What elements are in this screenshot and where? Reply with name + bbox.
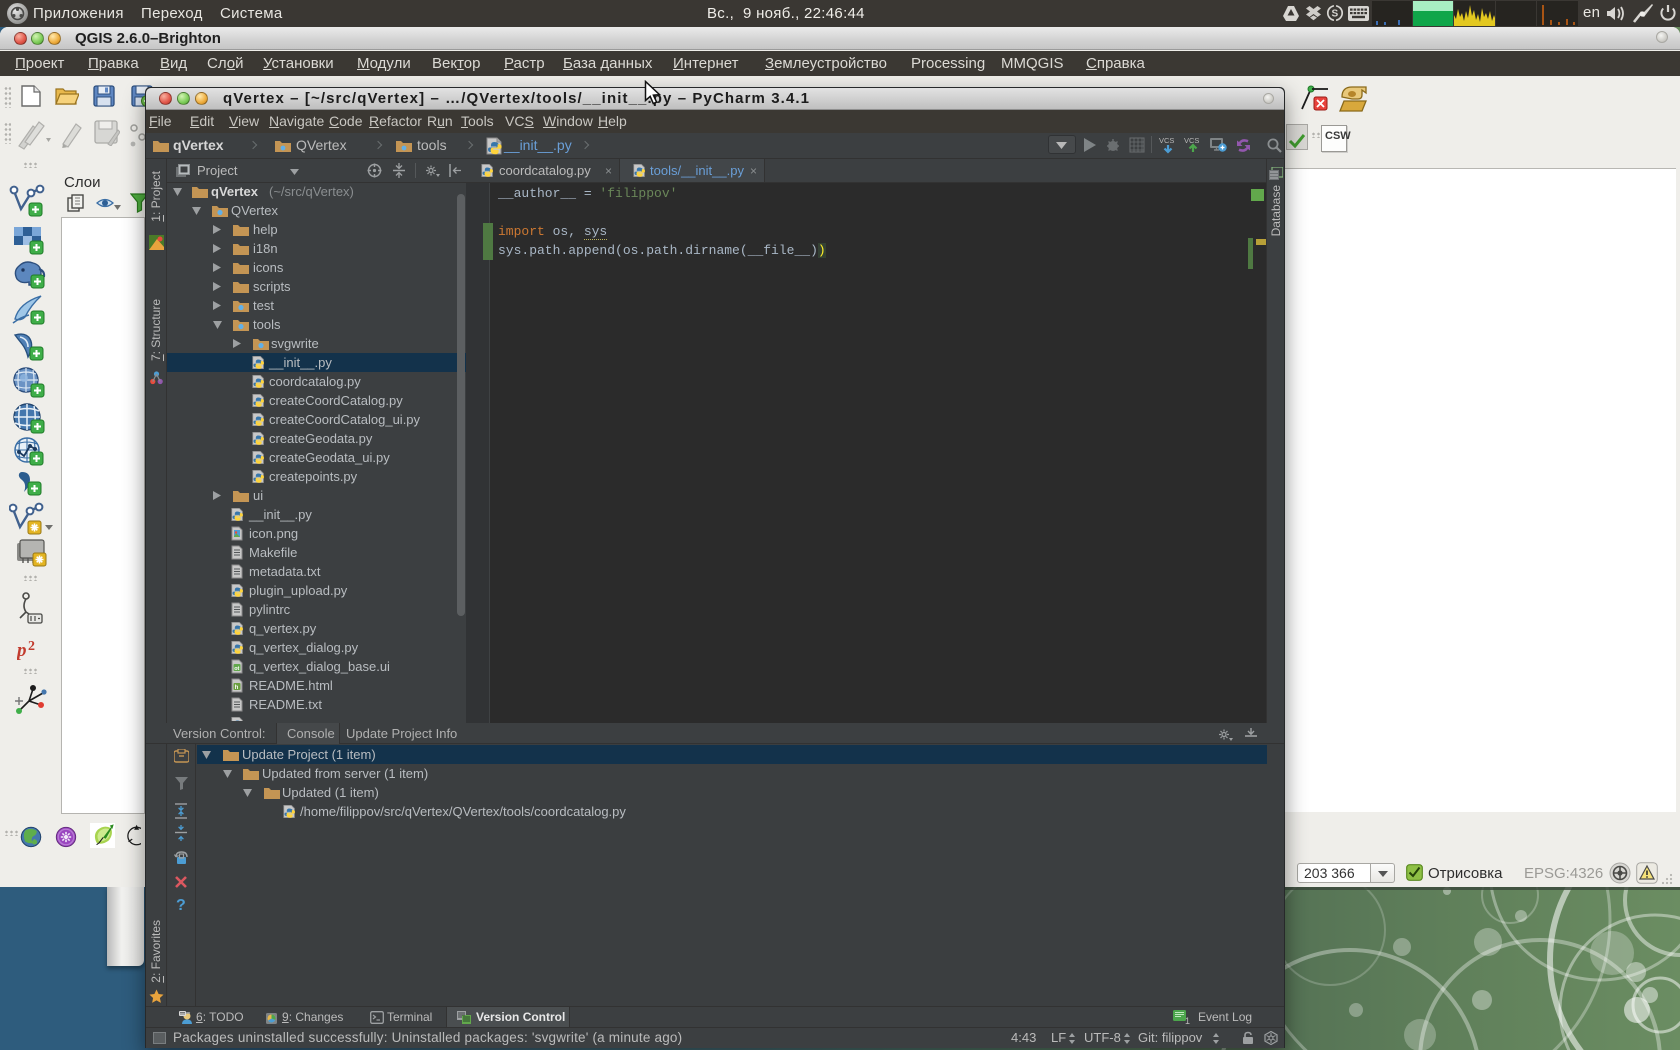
- svg-text:1: 1: [1185, 1016, 1190, 1025]
- svg-text:VCS: VCS: [1184, 136, 1199, 145]
- svg-text:2: 2: [28, 639, 35, 654]
- svg-text:p: p: [17, 640, 27, 661]
- svg-text:S: S: [1332, 9, 1339, 20]
- svg-text:ot: ot: [234, 666, 239, 672]
- svg-text:h: h: [235, 685, 239, 691]
- svg-text:VCS: VCS: [1159, 136, 1174, 145]
